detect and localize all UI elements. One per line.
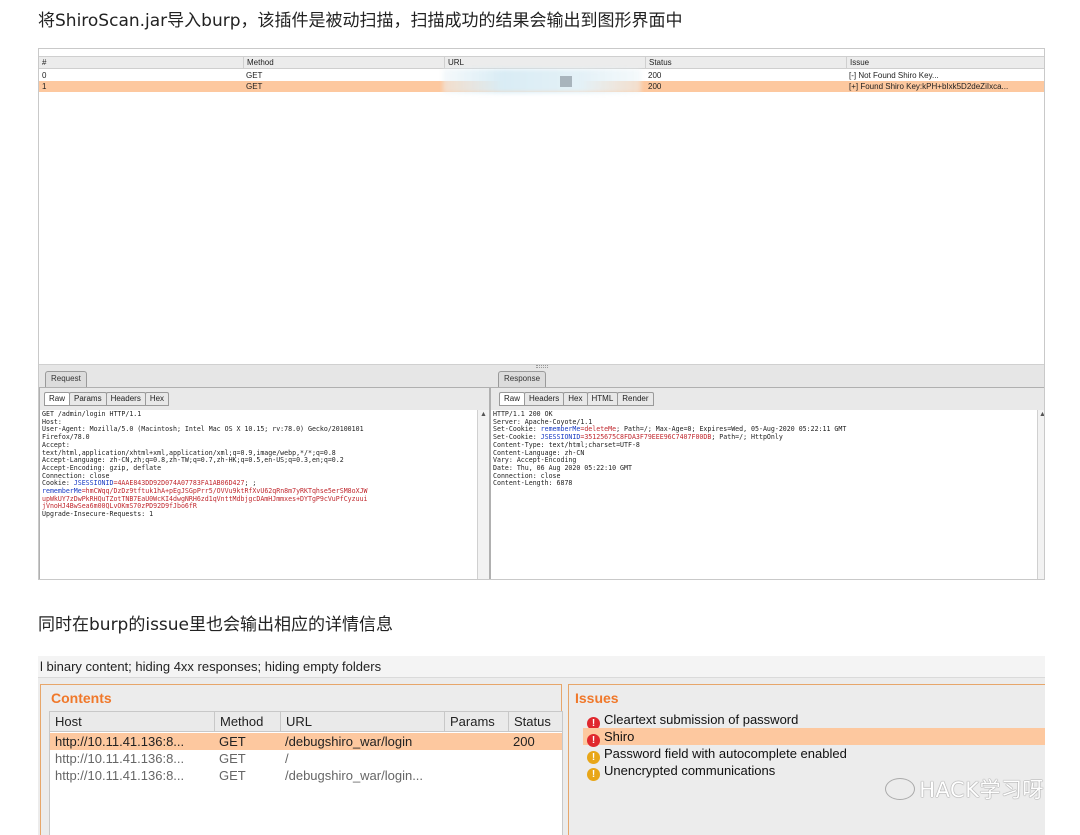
row-host: http://10.11.41.136:8...	[55, 751, 185, 766]
response-subtabs: Raw Headers Hex HTML Render	[499, 392, 654, 406]
issue-item[interactable]: ! Cleartext submission of password	[583, 711, 1045, 730]
row-url: /	[285, 751, 289, 766]
row-url: /debugshiro_war/login...	[285, 768, 424, 783]
table-row[interactable]: http://10.11.41.136:8... GET /debugshiro…	[50, 767, 562, 784]
jsessionid-value: =35125675C8FDA3F79EEE96C7407F00DB	[580, 433, 712, 442]
request-line: Firefox/78.0	[42, 433, 90, 442]
col-status[interactable]: Status	[508, 712, 564, 732]
issues-title: Issues	[575, 690, 619, 706]
tab-headers[interactable]: Headers	[524, 392, 565, 406]
shiroscan-window: # Method URL Status Issue 0 GET 200 [-] …	[38, 48, 1045, 580]
set-cookie-rest: ; Path=/; HttpOnly	[711, 433, 783, 442]
response-scrollbar[interactable]: ▲	[1037, 410, 1044, 579]
rememberme-name: rememberMe	[42, 487, 82, 496]
row-status: 200	[648, 71, 662, 80]
col-host[interactable]: Host	[50, 712, 214, 732]
contents-panel: Contents Host Method URL Params Status h…	[40, 684, 563, 835]
issue-item[interactable]: ! Password field with autocomplete enable…	[583, 745, 1045, 764]
wechat-watermark: HACK学习呀	[885, 774, 1044, 804]
issues-panel: Issues ! Cleartext submission of password…	[568, 684, 1045, 835]
response-line: Content-Length: 6878	[493, 479, 573, 488]
response-raw-text[interactable]: HTTP/1.1 200 OK Server: Apache-Coyote/1.1…	[491, 410, 1039, 579]
redacted-url-blur	[443, 69, 641, 93]
request-line: GET /admin/login HTTP/1.1	[42, 410, 142, 418]
table-row[interactable]: http://10.11.41.136:8... GET /	[50, 750, 562, 767]
table-row-selected[interactable]: http://10.11.41.136:8... GET /debugshiro…	[50, 733, 562, 750]
col-number[interactable]: #	[39, 57, 243, 68]
row-method: GET	[219, 734, 246, 749]
tab-hex[interactable]: Hex	[144, 392, 170, 406]
filter-bar[interactable]: l binary content; hiding 4xx responses; …	[38, 656, 1045, 678]
row-method: GET	[246, 82, 263, 91]
wechat-logo-icon	[885, 778, 916, 800]
tab-headers[interactable]: Headers	[105, 392, 146, 406]
tab-html[interactable]: HTML	[586, 392, 619, 406]
tab-raw[interactable]: Raw	[44, 392, 71, 406]
row-issue: [+] Found Shiro Key:kPH+bIxk5D2deZiIxca.…	[849, 82, 1009, 91]
row-number: 0	[42, 71, 47, 80]
amber-alert-icon: !	[587, 768, 600, 781]
row-url: /debugshiro_war/login	[285, 734, 413, 749]
scroll-up-icon[interactable]: ▲	[480, 411, 487, 418]
jsessionid-name: JSESSIONID	[540, 433, 581, 442]
redacted-url-mark	[560, 76, 572, 87]
contents-table: Host Method URL Params Status http://10.…	[49, 711, 563, 835]
col-url[interactable]: URL	[444, 57, 645, 68]
issue-label: Shiro	[604, 729, 635, 744]
response-pane: Response Raw Headers Hex HTML Render HTT…	[490, 369, 1044, 579]
col-status[interactable]: Status	[645, 57, 846, 68]
scroll-up-icon[interactable]: ▲	[1039, 411, 1044, 418]
contents-title: Contents	[51, 690, 112, 706]
row-host: http://10.11.41.136:8...	[55, 768, 185, 783]
watermark-text: HACK学习呀	[919, 778, 1044, 802]
row-status: 200	[648, 82, 662, 91]
request-line: Upgrade-Insecure-Requests: 1	[42, 510, 154, 519]
splitter-handle[interactable]	[536, 365, 548, 368]
request-subtabs: Raw Params Headers Hex	[44, 392, 170, 406]
table-header: Host Method URL Params Status	[50, 712, 562, 732]
response-editor: Raw Headers Hex HTML Render HTTP/1.1 200…	[490, 387, 1044, 579]
col-url[interactable]: URL	[280, 712, 444, 732]
scan-results-table: # Method URL Status Issue 0 GET 200 [-] …	[39, 49, 1044, 365]
tab-hex[interactable]: Hex	[563, 392, 588, 406]
col-method[interactable]: Method	[243, 57, 444, 68]
issue-label: Cleartext submission of password	[604, 712, 799, 727]
request-title-tab[interactable]: Request	[45, 371, 87, 387]
row-method: GET	[246, 71, 263, 80]
tab-raw[interactable]: Raw	[499, 392, 526, 406]
table-header: # Method URL Status Issue	[39, 56, 1044, 69]
row-status: 200	[513, 734, 535, 749]
tab-render[interactable]: Render	[617, 392, 654, 406]
row-number: 1	[42, 82, 47, 91]
response-line: Date: Thu, 06 Aug 2020 05:22:10 GMT	[493, 463, 632, 472]
response-title-tab[interactable]: Response	[498, 371, 547, 387]
section-heading-2: 同时在burp的issue里也会输出相应的详情信息	[38, 615, 394, 635]
request-pane: Request Raw Params Headers Hex GET /admi…	[39, 369, 490, 579]
row-method: GET	[219, 768, 246, 783]
col-method[interactable]: Method	[214, 712, 280, 732]
col-issue[interactable]: Issue	[846, 57, 1044, 68]
issue-label: Unencrypted communications	[604, 763, 776, 778]
row-issue: [-] Not Found Shiro Key...	[849, 71, 939, 80]
row-host: http://10.11.41.136:8...	[55, 734, 185, 749]
col-params[interactable]: Params	[444, 712, 508, 732]
rememberme-value: =hmCWqq/DzDz9tftuk1hA+pEgJSGpPrr5/OVVu9k…	[81, 487, 368, 496]
request-scrollbar[interactable]: ▲	[477, 410, 489, 579]
section-heading-1: 将ShiroScan.jar导入burp，该插件是被动扫描，扫描成功的结果会输出…	[38, 11, 683, 31]
tab-params[interactable]: Params	[69, 392, 107, 406]
issue-item-selected[interactable]: ! Shiro	[583, 728, 1045, 747]
request-editor: Raw Params Headers Hex GET /admin/login …	[39, 387, 490, 579]
response-line: Connection: close	[493, 471, 561, 480]
set-cookie-prefix: Set-Cookie:	[493, 433, 541, 442]
issue-label: Password field with autocomplete enabled	[604, 746, 847, 761]
row-method: GET	[219, 751, 246, 766]
request-line: User-Agent: Mozilla/5.0 (Macintosh; Inte…	[42, 425, 364, 434]
issues-list: ! Cleartext submission of password ! Shiro…	[583, 711, 1045, 835]
request-raw-text[interactable]: GET /admin/login HTTP/1.1 Host: User-Agent…	[40, 410, 477, 579]
issues-window: l binary content; hiding 4xx responses; …	[38, 656, 1045, 835]
